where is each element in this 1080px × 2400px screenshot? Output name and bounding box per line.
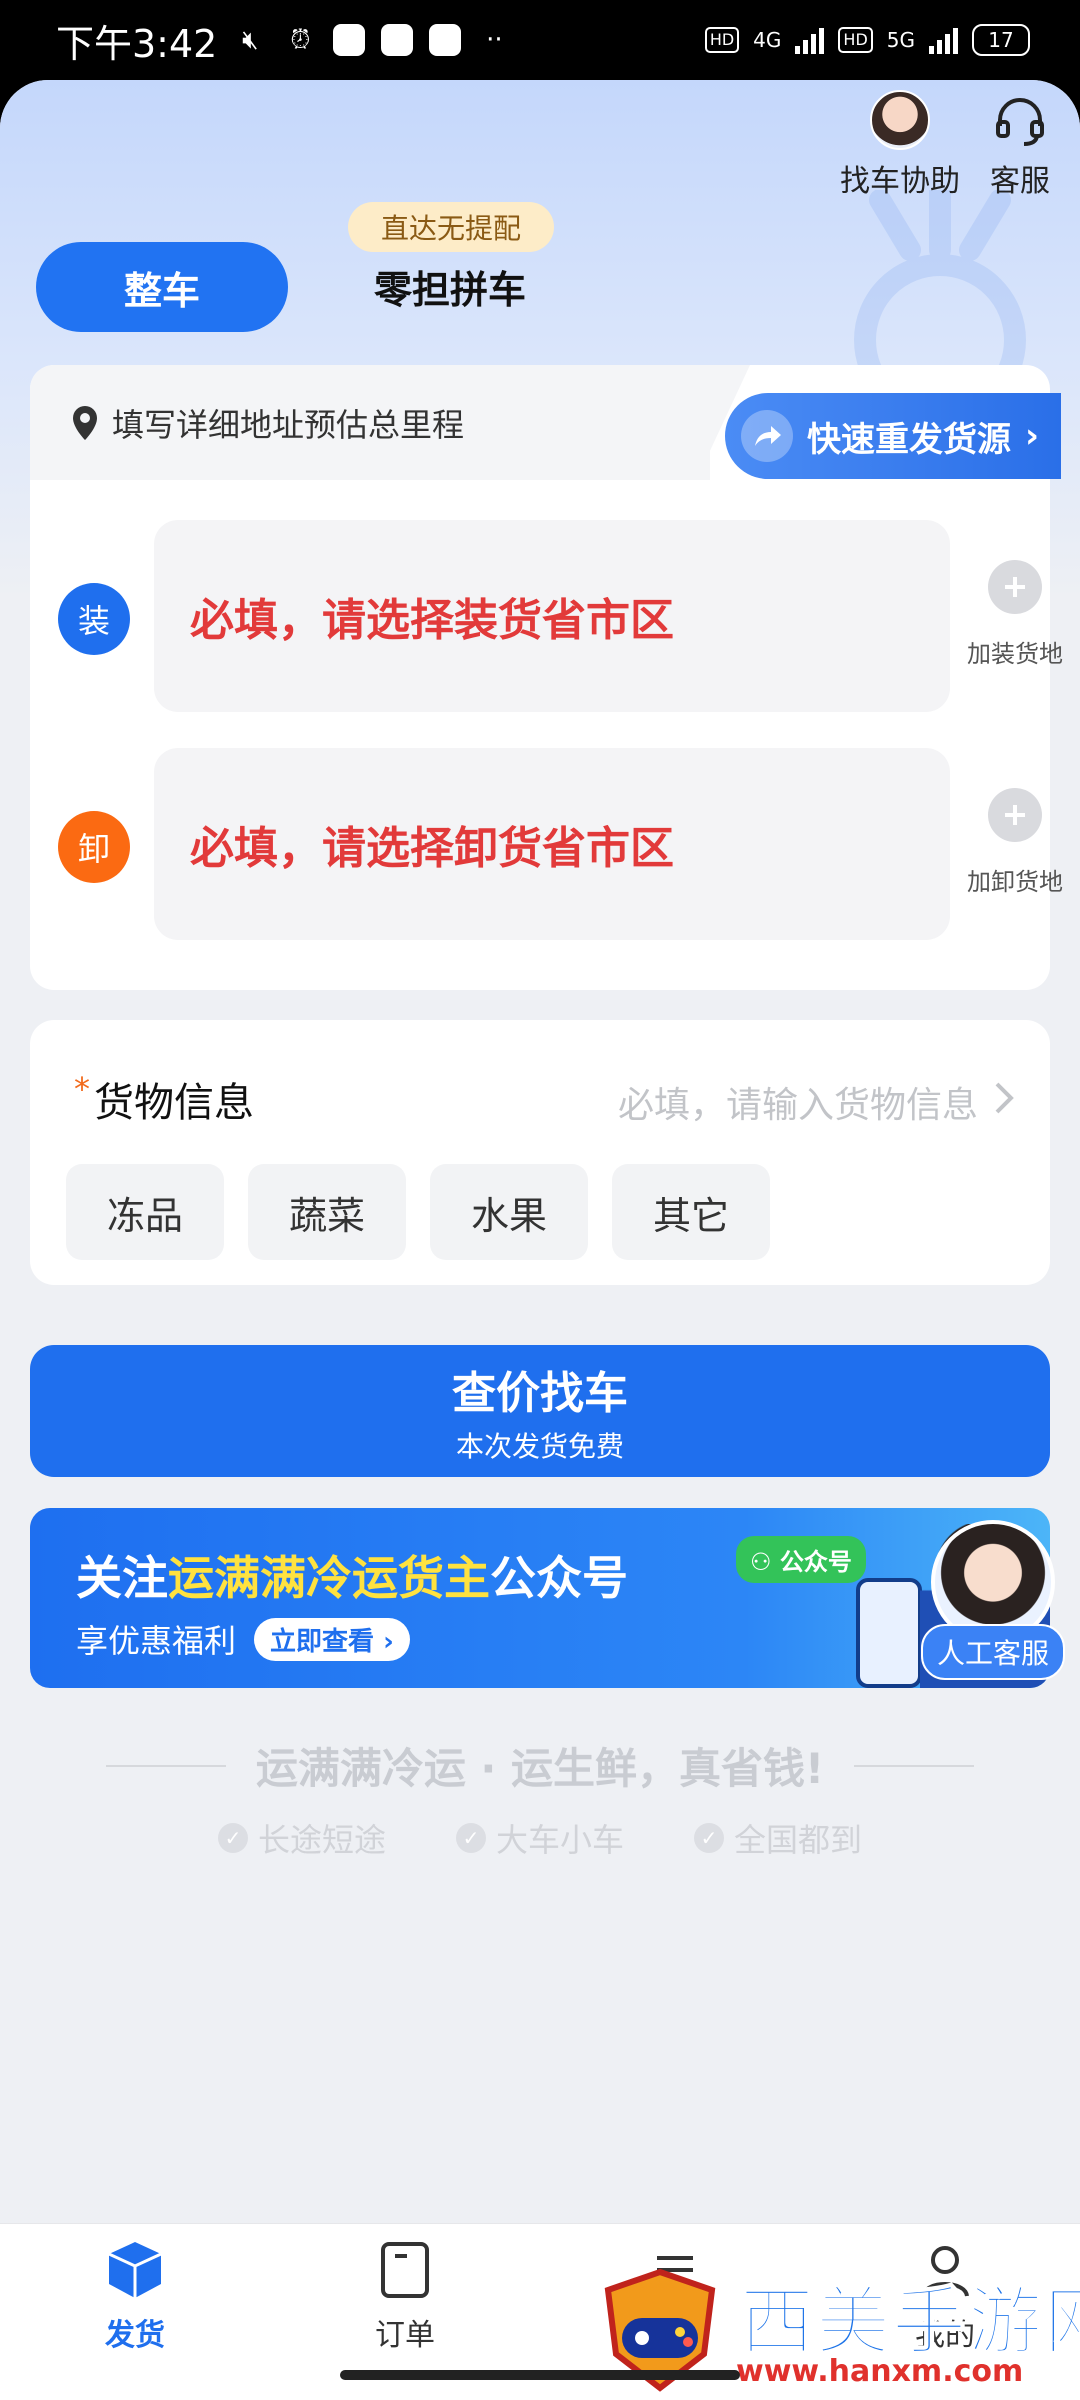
cargo-info-card: * 货物信息 必填，请输入货物信息 冻品 蔬菜 水果 其它 [30, 1020, 1050, 1285]
location-pin-icon [73, 405, 97, 440]
ltl-promo-badge: 直达无提配 [348, 202, 554, 252]
chevron-right-icon: › [1025, 416, 1040, 456]
feature-list: ✓ 长途短途 ✓ 大车小车 ✓ 全国都到 [0, 1815, 1080, 1861]
feature-label: 大车小车 [495, 1821, 624, 1859]
status-bar: 下午3:42 🔇︎ ⏰︎ ·· HD 4G HD 5G 17 [0, 0, 1080, 80]
nav-label-orders: 订单 [375, 2318, 435, 2353]
wechat-official-account-tag: ⚇ 公众号 [736, 1536, 866, 1583]
share-arrow-icon [741, 410, 793, 462]
feature-item: ✓ 大车小车 [455, 1815, 624, 1861]
banner-headline: 关注运满满冷运货主公众号 [76, 1542, 628, 1608]
slogan-text: 运满满冷运 · 运生鲜，真省钱! [255, 1744, 825, 1793]
assistant-avatar [870, 90, 930, 150]
quick-resend-label: 快速重发货源 [807, 419, 1011, 460]
cargo-info-input[interactable]: 必填，请输入货物信息 [618, 1076, 1014, 1128]
check-icon: ✓ [217, 1823, 248, 1853]
cargo-chip-vegetables[interactable]: 蔬菜 [248, 1164, 406, 1260]
find-truck-help-button[interactable]: 找车协助 [840, 90, 960, 200]
banner-subline: 享优惠福利 立即查看 › [76, 1616, 410, 1662]
cargo-chip-other[interactable]: 其它 [612, 1164, 770, 1260]
cta-title: 查价找车 [452, 1368, 628, 1419]
check-icon: ✓ [455, 1823, 486, 1853]
add-load-label: 加装货地 [967, 640, 1063, 668]
add-unload-label: 加卸货地 [967, 868, 1063, 896]
customer-service-button[interactable]: 客服 [990, 90, 1050, 200]
nav-item-ship[interactable]: 发货 [65, 2238, 205, 2354]
signal-icon [929, 26, 958, 54]
divider [854, 1764, 975, 1767]
cargo-type-chips: 冻品 蔬菜 水果 其它 [66, 1164, 770, 1260]
chevron-right-icon [994, 1081, 1014, 1124]
add-unload-location-button[interactable]: 加卸货地 [960, 788, 1070, 897]
quick-resend-button[interactable]: 快速重发货源 › [725, 393, 1061, 479]
battery-icon: 17 [972, 24, 1030, 56]
headset-icon [990, 90, 1050, 150]
alarm-icon: ⏰︎ [290, 24, 311, 55]
tab-full-truck[interactable]: 整车 [36, 242, 288, 332]
box-icon [108, 2242, 162, 2298]
status-time: 下午3:42 [56, 21, 218, 66]
network-5g-label: 5G [886, 28, 915, 52]
feature-label: 长途短途 [257, 1821, 386, 1859]
phone-illustration [856, 1578, 922, 1688]
watermark-title: 西美手游网 [739, 2278, 1080, 2366]
floating-service-label: 人工客服 [920, 1624, 1065, 1680]
customer-service-label: 客服 [990, 164, 1050, 199]
address-estimate-link[interactable]: 填写详细地址预估总里程 [30, 365, 710, 480]
signal-icon [795, 26, 825, 54]
plus-icon [988, 788, 1042, 842]
feature-item: ✓ 长途短途 [217, 1815, 386, 1861]
watermark-url: www.hanxm.com [736, 2354, 1024, 2389]
app-screen: 找车协助 客服 直达无提配 整车 零担拼车 填写详细地址预估总里程 快速重发货源… [0, 80, 1080, 2400]
follow-account-banner[interactable]: 关注运满满冷运货主公众号 享优惠福利 立即查看 › ⚇ 公众号 [30, 1508, 1050, 1688]
cargo-chip-frozen[interactable]: 冻品 [66, 1164, 224, 1260]
order-icon [381, 2242, 429, 2298]
tab-ltl-carpool[interactable]: 零担拼车 [340, 256, 560, 316]
cta-subtitle: 本次发货免费 [455, 1430, 624, 1463]
load-stop-row: 装 必填，请选择装货省市区 加装货地 [30, 520, 1063, 712]
mute-icon: 🔇︎ [242, 24, 259, 55]
required-mark: * [74, 1070, 90, 1108]
address-hint-text: 填写详细地址预估总里程 [112, 405, 465, 444]
cargo-title-text: 货物信息 [94, 1080, 254, 1126]
feature-item: ✓ 全国都到 [694, 1815, 862, 1861]
hd-icon: HD [838, 27, 873, 53]
banner-highlight: 运满满冷运货主 [168, 1551, 490, 1605]
floating-customer-service-button[interactable]: 人工客服 [918, 1520, 1068, 1680]
home-indicator[interactable] [340, 2370, 740, 2380]
banner-prefix: 关注 [76, 1551, 168, 1605]
banner-view-now-link[interactable]: 立即查看 › [254, 1617, 410, 1661]
load-location-field[interactable]: 必填，请选择装货省市区 [154, 520, 950, 712]
nav-item-orders[interactable]: 订单 [335, 2238, 475, 2354]
cargo-chip-fruit[interactable]: 水果 [430, 1164, 588, 1260]
app-notification-icon [381, 24, 414, 56]
network-4g-label: 4G [753, 28, 782, 52]
slogan: 运满满冷运 · 运生鲜，真省钱! [0, 1735, 1080, 1796]
cargo-info-title: * 货物信息 [74, 1070, 254, 1128]
cargo-placeholder-text: 必填，请输入货物信息 [617, 1085, 978, 1126]
wechat-tag-label: 公众号 [779, 1548, 852, 1576]
check-icon: ✓ [694, 1823, 724, 1853]
unload-location-field[interactable]: 必填，请选择卸货省市区 [154, 748, 950, 940]
header-actions: 找车协助 客服 [840, 90, 1050, 200]
load-badge: 装 [58, 583, 130, 655]
more-notifications-icon: ·· [486, 25, 503, 55]
divider [105, 1764, 226, 1767]
unload-stop-row: 卸 必填，请选择卸货省市区 加卸货地 [30, 748, 1063, 940]
add-load-location-button[interactable]: 加装货地 [960, 560, 1070, 669]
hd-icon: HD [704, 27, 740, 53]
app-notification-icon [333, 24, 366, 56]
banner-suffix: 公众号 [490, 1551, 628, 1605]
app-notification-icon [429, 24, 462, 56]
banner-link-label: 立即查看 [270, 1626, 375, 1657]
banner-subtitle: 享优惠福利 [76, 1622, 237, 1660]
feature-label: 全国都到 [734, 1821, 863, 1859]
route-card: 填写详细地址预估总里程 快速重发货源 › 装 必填，请选择装货省市区 加装货地 … [30, 365, 1063, 990]
check-price-find-truck-button[interactable]: 查价找车 本次发货免费 [30, 1345, 1050, 1477]
unload-badge: 卸 [58, 811, 130, 883]
nav-label-ship: 发货 [105, 2318, 165, 2353]
find-truck-help-label: 找车协助 [840, 164, 960, 199]
plus-icon [988, 560, 1042, 614]
